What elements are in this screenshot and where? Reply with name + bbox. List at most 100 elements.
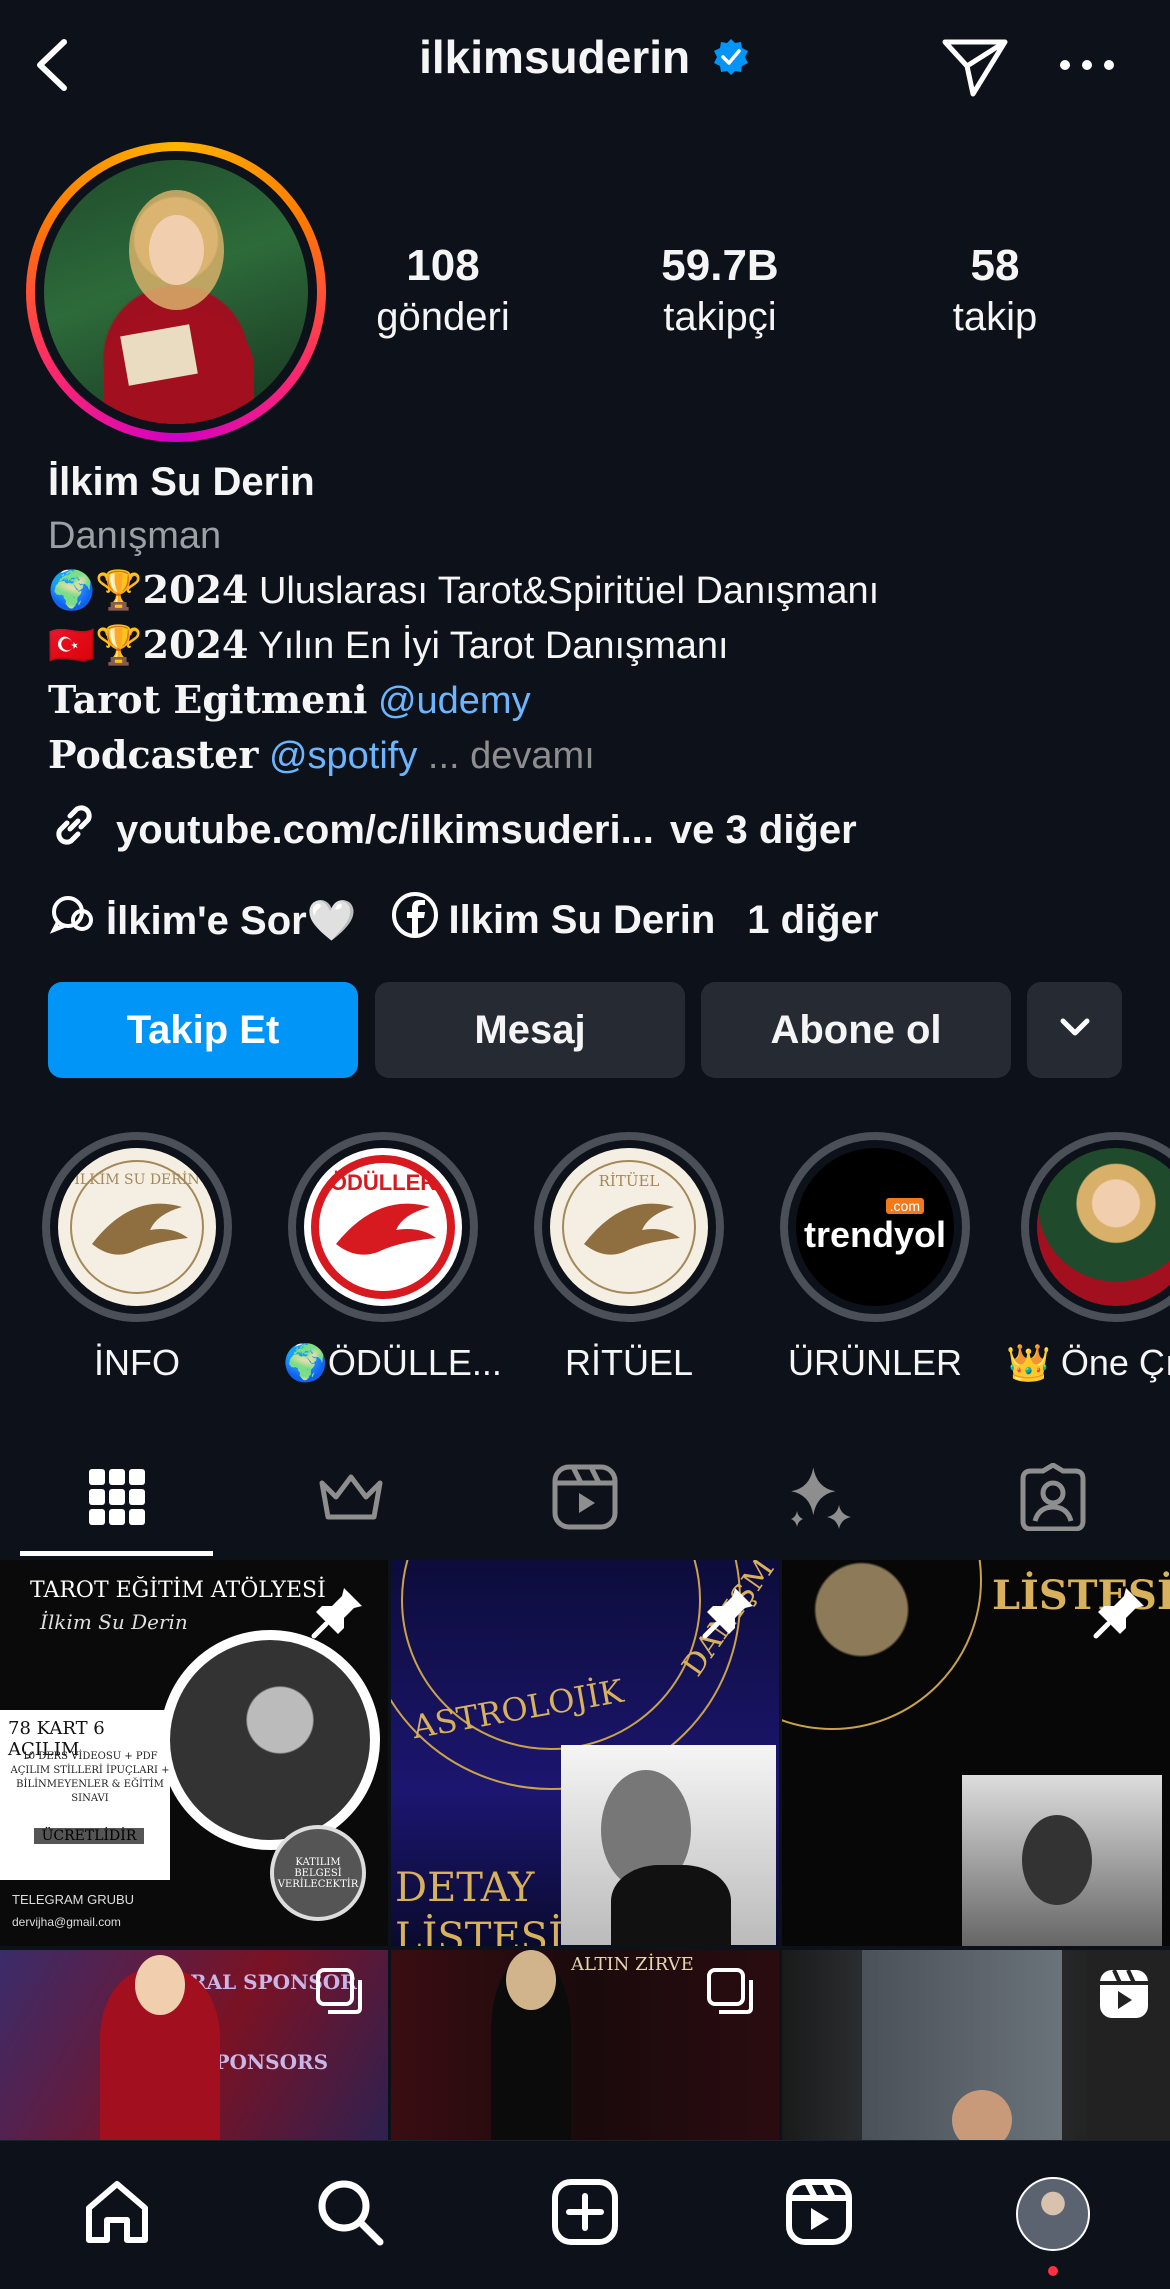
followers-count[interactable]: 59.7B takipçi — [620, 240, 820, 342]
post-price: ÜCRETLİDİR — [34, 1828, 144, 1844]
external-link-row[interactable]: youtube.com/c/ilkimsuderi... ve 3 diğer — [48, 800, 857, 860]
post-badge: KATILIM BELGESİ VERİLECEKTİR — [270, 1825, 366, 1921]
chevron-down-icon — [1055, 1008, 1095, 1053]
subscribe-button[interactable]: Abone ol — [701, 982, 1011, 1078]
verified-badge-icon — [711, 34, 751, 88]
reel-icon — [1096, 1966, 1152, 2027]
pin-icon — [701, 1584, 757, 1640]
year: 2024 — [142, 567, 249, 612]
swallow-logo-icon: ÖDÜLLER — [311, 1155, 455, 1299]
trendyol-sub-label: .com — [885, 1198, 924, 1214]
post-tile[interactable]: ALTIN ZİRVE — [391, 1950, 779, 2140]
bio-line-2: 🇹🇷🏆2024 Yılın En İyi Tarot Danışmanı — [48, 618, 1138, 673]
profile-avatar — [1016, 2177, 1090, 2251]
post-details: 10 DERS VİDEOSU + PDF AÇILIM STİLLERİ İP… — [10, 1751, 170, 1804]
highlight-label: 🌍ÖDÜLLE... — [283, 1342, 502, 1383]
tab-exclusive[interactable] — [234, 1440, 468, 1558]
post-tile[interactable]: TAROT EĞİTİM ATÖLYESİ İlkim Su Derin 78 … — [0, 1560, 388, 1946]
active-tab-indicator — [20, 1551, 213, 1556]
stat-label: gönderi — [376, 295, 510, 339]
notification-dot — [1048, 2266, 1058, 2276]
year: 2024 — [142, 622, 249, 667]
swallow-logo-icon: RİTÜEL — [562, 1160, 696, 1294]
highlight-awards[interactable]: ÖDÜLLER 🌍ÖDÜLLE... — [283, 1132, 502, 1384]
bio-text: Uluslarası Tarot&Spiritüel Danışmanı — [248, 570, 880, 612]
category-label: Danışman — [48, 515, 222, 557]
suggested-dropdown-button[interactable] — [1027, 982, 1122, 1078]
nav-reels[interactable] — [774, 2169, 864, 2259]
top-bar: ilkimsuderin — [0, 0, 1170, 130]
post-title: TAROT EĞİTİM ATÖLYESİ — [30, 1578, 326, 1603]
nav-create[interactable] — [540, 2169, 630, 2259]
bio-line-3: Tarot Egitmeni @udemy — [48, 673, 1138, 728]
svg-text:RİTÜEL: RİTÜEL — [599, 1172, 660, 1190]
facebook-icon — [391, 891, 439, 949]
swallow-logo-icon: İLKİM SU DERİN — [70, 1160, 204, 1294]
posts-count[interactable]: 108 gönderi — [343, 240, 543, 342]
message-button[interactable]: Mesaj — [375, 982, 685, 1078]
stat-value: 59.7B — [661, 241, 779, 290]
bio-bold-text: Tarot Egitmeni — [48, 677, 368, 722]
paper-plane-icon[interactable] — [935, 30, 1015, 100]
post-tile[interactable]: LİSTESİ — [782, 1560, 1170, 1946]
post-text: LİSTESİ — [395, 1915, 564, 1946]
bio-line-1: 🌍🏆2024 Uluslarası Tarot&Spiritüel Danışm… — [48, 563, 1138, 618]
highlight-label: İNFO — [94, 1342, 180, 1383]
nav-profile[interactable] — [1008, 2169, 1098, 2259]
threads-bubble-icon — [48, 890, 98, 950]
mention-link[interactable]: @spotify — [269, 735, 417, 777]
svg-text:İLKİM SU DERİN: İLKİM SU DERİN — [74, 1170, 199, 1188]
post-tile[interactable]: RAL SPONSOR SPONSORS — [0, 1950, 388, 2140]
mention-link[interactable]: @udemy — [378, 680, 531, 722]
pin-icon — [1092, 1584, 1148, 1640]
following-count[interactable]: 58 takip — [895, 240, 1095, 342]
grid-icon — [85, 1465, 149, 1534]
tab-tagged[interactable] — [936, 1440, 1170, 1558]
bio-line-4: Podcaster @spotify ... devamı — [48, 728, 1138, 783]
username-title: ilkimsuderin — [419, 31, 691, 83]
highlight-info[interactable]: İLKİM SU DERİN İNFO — [37, 1132, 237, 1384]
more-links-label[interactable]: ve 3 diğer — [670, 808, 857, 853]
tagged-icon — [1019, 1461, 1087, 1536]
more-horizontal-icon[interactable] — [1055, 30, 1120, 100]
highlight-cover: ÖDÜLLER — [304, 1148, 462, 1306]
reels-nav-icon — [783, 2176, 855, 2253]
threads-link[interactable]: İlkim'e Sor🤍 — [106, 897, 357, 944]
post-email: dervijha@gmail.com — [12, 1915, 121, 1929]
carousel-icon — [314, 1966, 366, 2023]
tab-posts[interactable] — [0, 1440, 234, 1558]
emoji: 🇹🇷🏆 — [48, 625, 143, 667]
highlight-featured[interactable]: 👑 Öne Çık — [1006, 1132, 1170, 1384]
search-icon — [314, 2176, 386, 2253]
bio-bold-text: Podcaster — [48, 732, 259, 777]
highlight-ritual[interactable]: RİTÜEL RİTÜEL — [529, 1132, 729, 1384]
svg-text:ÖDÜLLER: ÖDÜLLER — [330, 1170, 436, 1195]
carousel-icon — [705, 1966, 757, 2023]
nav-home[interactable] — [72, 2169, 162, 2259]
bio-more-link[interactable]: ... devamı — [428, 735, 595, 777]
follow-button[interactable]: Takip Et — [48, 982, 358, 1078]
sparkles-icon — [781, 1459, 857, 1540]
reels-icon — [551, 1463, 619, 1536]
profile-tabs — [0, 1440, 1170, 1558]
bio-text: Yılın En İyi Tarot Danışmanı — [248, 625, 729, 667]
highlight-cover: İLKİM SU DERİN — [58, 1148, 216, 1306]
profile-bio: İlkim Su Derin Danışman 🌍🏆2024 Uluslaras… — [48, 455, 1138, 783]
nav-search[interactable] — [305, 2169, 395, 2259]
stat-value: 58 — [970, 241, 1020, 290]
profile-links-row: İlkim'e Sor🤍 Ilkim Su Derin 1 diğer — [48, 890, 878, 950]
facebook-link[interactable]: Ilkim Su Derin — [449, 898, 716, 943]
post-tile[interactable]: ASTROLOJİK DANIŞM DETAY LİSTESİ — [391, 1560, 779, 1946]
posts-grid: TAROT EĞİTİM ATÖLYESİ İlkim Su Derin 78 … — [0, 1560, 1170, 2140]
post-tile[interactable] — [782, 1950, 1170, 2140]
pin-icon — [310, 1584, 366, 1640]
tab-ai[interactable] — [702, 1440, 936, 1558]
highlight-cover: .com trendyol — [796, 1148, 954, 1306]
highlight-products[interactable]: .com trendyol ÜRÜNLER — [775, 1132, 975, 1384]
highlight-label: RİTÜEL — [564, 1342, 694, 1383]
more-profile-links[interactable]: 1 diğer — [747, 898, 878, 943]
trendyol-logo: trendyol — [803, 1214, 946, 1255]
profile-avatar-story-ring[interactable] — [26, 142, 326, 442]
external-link-url[interactable]: youtube.com/c/ilkimsuderi... — [116, 808, 654, 853]
tab-reels[interactable] — [468, 1440, 702, 1558]
